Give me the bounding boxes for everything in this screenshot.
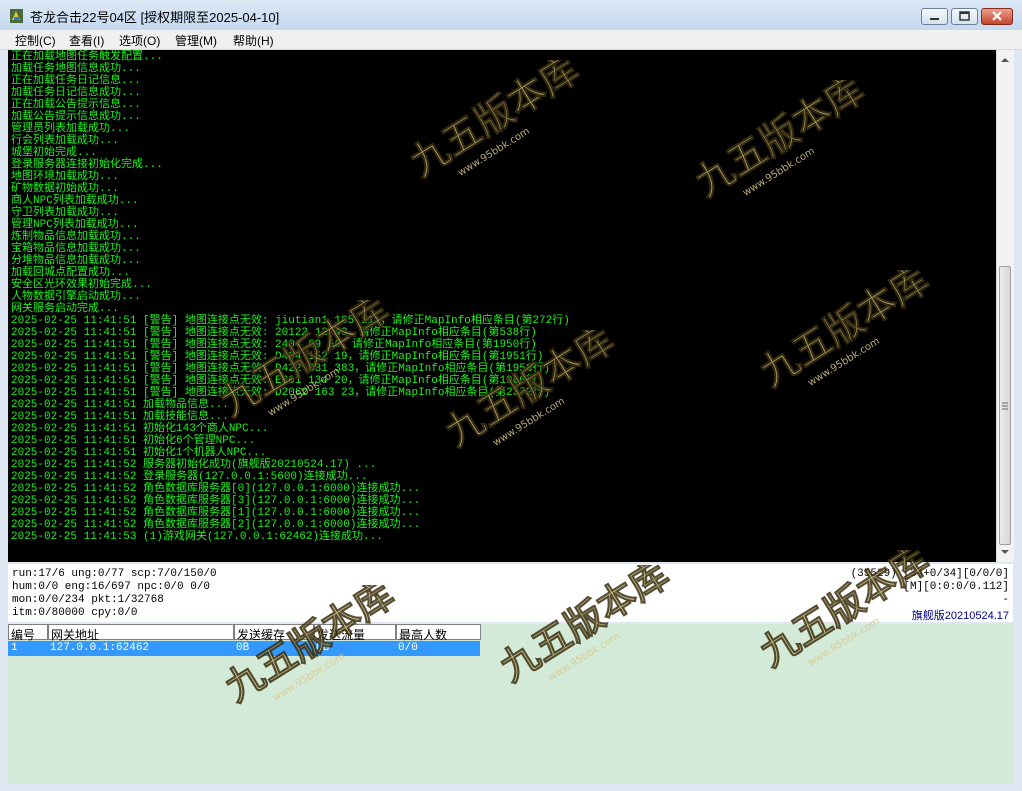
menu-control[interactable]: 控制(C) bbox=[15, 32, 56, 49]
log-line: 2025-02-25 11:41:52 角色数据库服务器[1](127.0.0.… bbox=[11, 507, 421, 519]
log-line: 宝箱物品信息加载成功... bbox=[11, 243, 141, 255]
log-line: 2025-02-25 11:41:51 [警告] 地图连接点无效: 20122 … bbox=[11, 327, 537, 339]
cell-address: 127.0.0.1:62462 bbox=[50, 642, 150, 654]
column-header-send-buffer[interactable]: 发送缓存 bbox=[234, 624, 314, 642]
stats-line-3: mon:0/0/234 pkt:1/32768 bbox=[12, 594, 164, 606]
log-line: 行会列表加载成功... bbox=[11, 135, 119, 147]
log-line: 炼制物品信息加载成功... bbox=[11, 231, 141, 243]
column-header-send-traffic[interactable]: 发送流量 bbox=[314, 624, 396, 642]
log-line: 2025-02-25 11:41:52 服务器初始化成功(旗舰版20210524… bbox=[11, 459, 377, 471]
log-line: 2025-02-25 11:41:51 初始化6个管理NPC... bbox=[11, 435, 256, 447]
gateway-list[interactable]: 编号 网关地址 发送缓存 发送流量 最高人数 1 127.0.0.1:62462… bbox=[8, 624, 1013, 784]
log-line: 矿物数据初始成功... bbox=[11, 183, 119, 195]
log-line: 2025-02-25 11:41:51 初始化1个机器人NPC... bbox=[11, 447, 267, 459]
log-line: 2025-02-25 11:41:51 [警告] 地图连接点无效: 2404 6… bbox=[11, 339, 537, 351]
log-line: 加载任务地图信息成功... bbox=[11, 63, 141, 75]
log-line: 2025-02-25 11:41:52 角色数据库服务器[3](127.0.0.… bbox=[11, 495, 421, 507]
menu-manage[interactable]: 管理(M) bbox=[175, 32, 217, 49]
cell-id: 1 bbox=[11, 642, 18, 654]
log-line: 2025-02-25 11:41:51 加载物品信息... bbox=[11, 399, 229, 411]
log-line: 2025-02-25 11:41:51 [警告] 地图连接点无效: E601 1… bbox=[11, 375, 544, 387]
log-line: 守卫列表加载成功... bbox=[11, 207, 119, 219]
stats-right-3: - bbox=[1002, 594, 1009, 606]
menu-view[interactable]: 查看(I) bbox=[69, 32, 104, 49]
window-title: 苍龙合击22号04区 [授权期限至2025-04-10] bbox=[30, 10, 280, 25]
grip-icon bbox=[1002, 402, 1008, 410]
log-line: 商人NPC列表加载成功... bbox=[11, 195, 139, 207]
log-line: 分堆物品信息加载成功... bbox=[11, 255, 141, 267]
log-line: 城堡初始完成... bbox=[11, 147, 97, 159]
stats-line-4: itm:0/80000 cpy:0/0 bbox=[12, 607, 138, 619]
title-bar: 苍龙合击22号04区 [授权期限至2025-04-10] bbox=[0, 0, 1022, 30]
menu-options[interactable]: 选项(O) bbox=[119, 32, 160, 49]
close-icon bbox=[992, 11, 1002, 21]
log-line: 2025-02-25 11:41:52 角色数据库服务器[0](127.0.0.… bbox=[11, 483, 421, 495]
log-line: 管理NPC列表加载成功... bbox=[11, 219, 139, 231]
log-line: 加载公告提示信息成功... bbox=[11, 111, 141, 123]
stats-line-1: run:17/6 ung:0/77 scp:7/0/150/0 bbox=[12, 568, 217, 580]
log-line: 管理员列表加载成功... bbox=[11, 123, 130, 135]
menu-help[interactable]: 帮助(H) bbox=[233, 32, 274, 49]
log-line: 正在加载地图任务触发配置... bbox=[11, 51, 163, 63]
log-line: 2025-02-25 11:41:51 初始化143个商人NPC... bbox=[11, 423, 269, 435]
stats-line-2: hum:0/0 eng:16/697 npc:0/0 0/0 bbox=[12, 581, 211, 593]
log-line: 2025-02-25 11:41:52 角色数据库服务器[2](127.0.0.… bbox=[11, 519, 421, 531]
cell-max-users: 0/0 bbox=[398, 642, 418, 654]
log-line: 加载回城点配置成功... bbox=[11, 267, 130, 279]
version-label: 旗舰版20210524.17 bbox=[911, 610, 1009, 622]
cell-send-buffer: 0B bbox=[236, 642, 250, 654]
log-line: 正在加载任务日记信息... bbox=[11, 75, 141, 87]
scroll-up-icon[interactable] bbox=[997, 52, 1013, 68]
log-line: 人物数据引擎启动成功... bbox=[11, 291, 141, 303]
log-line: 2025-02-25 11:41:52 登录服务器(127.0.0.1:5600… bbox=[11, 471, 368, 483]
maximize-button[interactable] bbox=[951, 8, 978, 25]
log-line: 网关服务启动完成... bbox=[11, 303, 119, 315]
stats-right-2: [M][0:0:0/0.112] bbox=[903, 581, 1009, 593]
minimize-icon bbox=[930, 18, 939, 20]
log-line: 地图环境加载成功... bbox=[11, 171, 119, 183]
log-console[interactable]: 正在加载地图任务触发配置... 加载任务地图信息成功... 正在加载任务日记信息..… bbox=[8, 50, 996, 562]
close-button[interactable] bbox=[981, 8, 1013, 25]
log-line: 2025-02-25 11:41:51 [警告] 地图连接点无效: D422 3… bbox=[11, 363, 551, 375]
log-line: 正在加载公告提示信息... bbox=[11, 99, 141, 111]
log-line: 加载任务日记信息成功... bbox=[11, 87, 141, 99]
log-line: 安全区光环效果初始完成... bbox=[11, 279, 152, 291]
scroll-down-icon[interactable] bbox=[997, 544, 1013, 560]
app-icon bbox=[10, 9, 23, 23]
log-line: 2025-02-25 11:41:53 (1)游戏网关(127.0.0.1:62… bbox=[11, 531, 383, 543]
log-line: 2025-02-25 11:41:51 加载技能信息... bbox=[11, 411, 229, 423]
table-row[interactable]: 1 127.0.0.1:62462 0B 0B 0/0 bbox=[8, 641, 480, 656]
log-line: 2025-02-25 11:41:51 [警告] 地图连接点无效: jiutia… bbox=[11, 315, 570, 327]
cell-send-traffic: 0B bbox=[316, 642, 330, 654]
scroll-thumb[interactable] bbox=[999, 266, 1011, 545]
stats-right-1: (35529) [34+0/34][0/0/0] bbox=[850, 568, 1009, 580]
log-line: 2025-02-25 11:41:51 [警告] 地图连接点无效: D2062 … bbox=[11, 387, 551, 399]
minimize-button[interactable] bbox=[921, 8, 948, 25]
log-text: 正在加载地图任务触发配置... 加载任务地图信息成功... 正在加载任务日记信息..… bbox=[8, 50, 996, 543]
log-line: 登录服务器连接初始化完成... bbox=[11, 159, 163, 171]
log-scrollbar[interactable] bbox=[996, 50, 1014, 562]
column-header-address[interactable]: 网关地址 bbox=[48, 624, 234, 642]
maximize-icon bbox=[959, 11, 970, 21]
column-header-max-users[interactable]: 最高人数 bbox=[396, 624, 481, 642]
stats-panel: run:17/6 ung:0/77 scp:7/0/150/0 hum:0/0 … bbox=[8, 564, 1013, 622]
column-header-id[interactable]: 编号 bbox=[8, 624, 48, 642]
log-line: 2025-02-25 11:41:51 [警告] 地图连接点无效: D404 1… bbox=[11, 351, 544, 363]
menu-bar: 控制(C) 查看(I) 选项(O) 管理(M) 帮助(H) bbox=[0, 30, 1022, 50]
